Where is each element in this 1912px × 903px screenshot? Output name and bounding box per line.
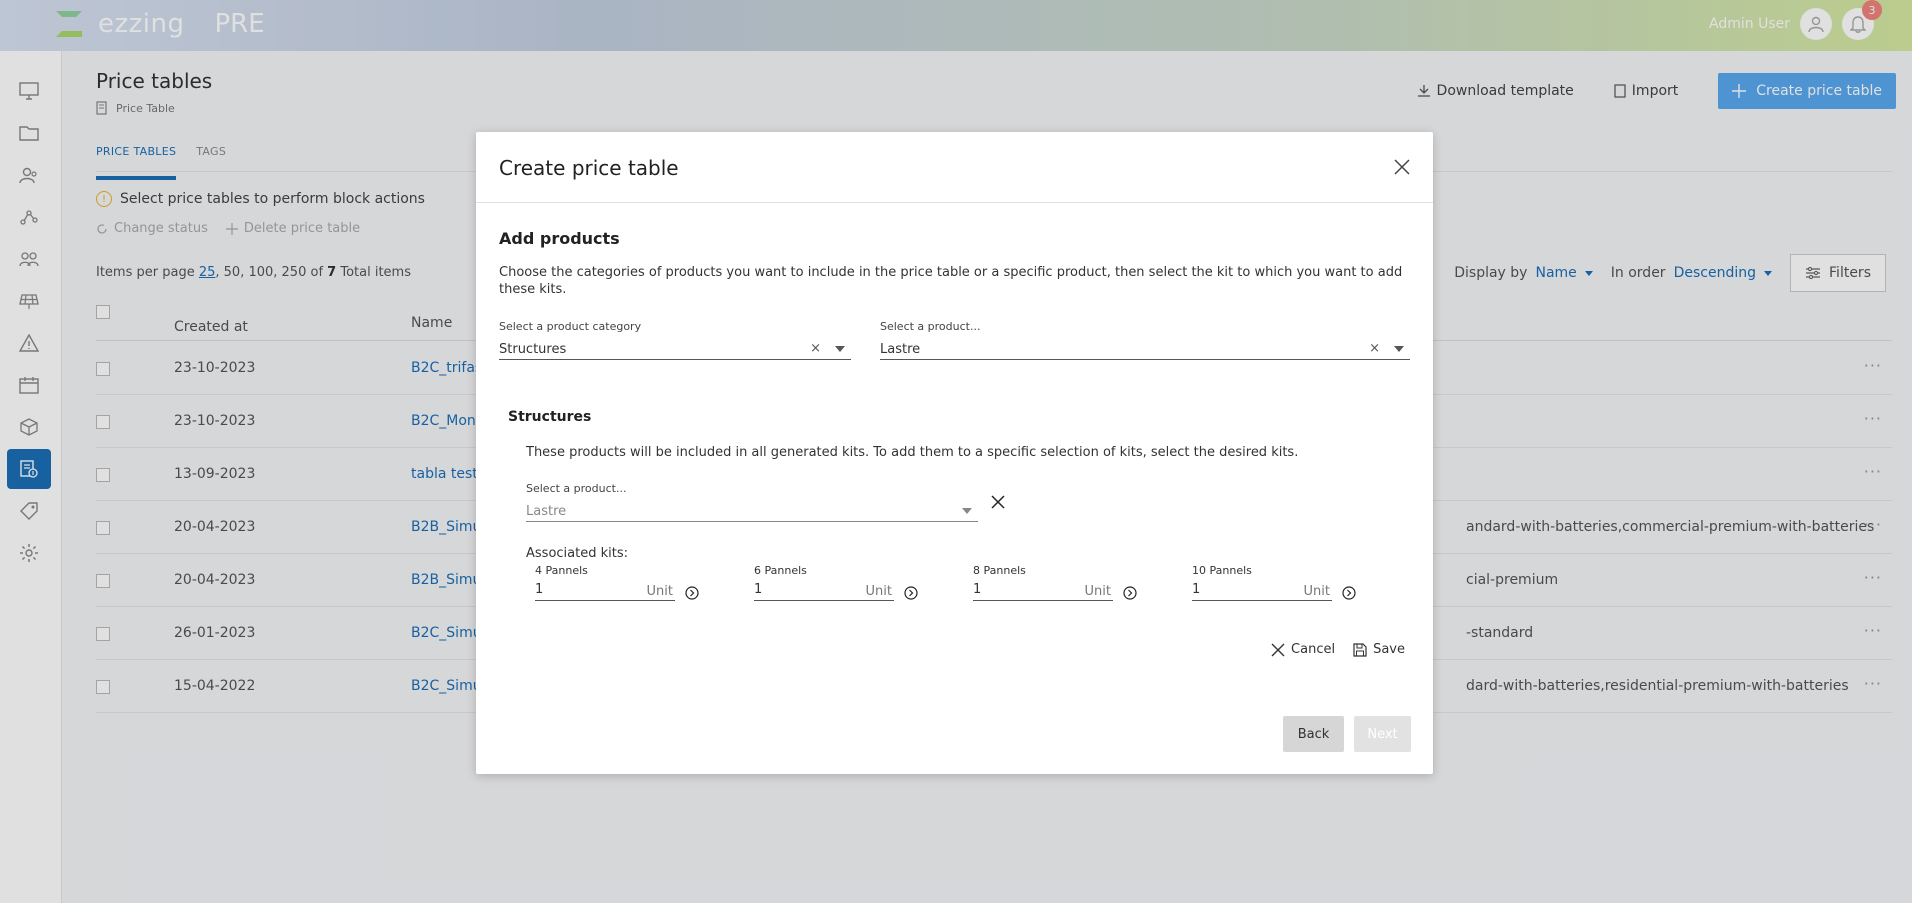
kit-quantity-input[interactable]: 1 Unit — [973, 581, 1113, 601]
kit-quantity-input[interactable]: 1 Unit — [754, 581, 894, 601]
close-icon — [1271, 643, 1285, 656]
kit-item: 8 Pannels 1 Unit — [973, 564, 1143, 604]
clear-icon[interactable]: × — [810, 341, 821, 356]
kit-quantity-value: 1 — [1192, 582, 1201, 597]
arrow-circle-icon[interactable] — [1342, 586, 1356, 600]
kit-item: 4 Pannels 1 Unit — [535, 564, 705, 604]
structure-product-value: Lastre — [526, 504, 567, 519]
back-button[interactable]: Back — [1283, 716, 1344, 752]
section-title: Add products — [499, 229, 620, 248]
arrow-circle-icon[interactable] — [904, 586, 918, 600]
modal-header: Create price table — [476, 132, 1433, 203]
kit-name: 6 Pannels — [754, 564, 807, 577]
kit-name: 8 Pannels — [973, 564, 1026, 577]
kit-quantity-input[interactable]: 1 Unit — [535, 581, 675, 601]
cancel-button[interactable]: Cancel — [1271, 642, 1335, 657]
close-icon[interactable] — [1393, 158, 1411, 176]
kit-quantity-value: 1 — [754, 582, 763, 597]
clear-icon[interactable]: × — [1369, 341, 1380, 356]
create-price-table-modal: Create price table Add products Choose t… — [476, 132, 1433, 774]
product-category-select[interactable]: Select a product category Structures × — [499, 320, 851, 360]
save-icon — [1353, 642, 1367, 657]
kit-item: 6 Pannels 1 Unit — [754, 564, 924, 604]
kit-quantity-input[interactable]: 1 Unit — [1192, 581, 1332, 601]
kit-quantity-value: 1 — [973, 582, 982, 597]
next-button[interactable]: Next — [1354, 716, 1411, 752]
kit-name: 10 Pannels — [1192, 564, 1252, 577]
arrow-circle-icon[interactable] — [685, 586, 699, 600]
kit-unit: Unit — [646, 584, 673, 599]
structures-description: These products will be included in all g… — [526, 445, 1299, 460]
save-label: Save — [1373, 642, 1405, 657]
structure-product-select[interactable]: Select a product... Lastre — [526, 482, 978, 522]
chevron-down-icon[interactable] — [835, 346, 845, 352]
product-value: Lastre — [880, 342, 921, 357]
product-label: Select a product... — [880, 320, 981, 333]
save-button[interactable]: Save — [1353, 642, 1405, 657]
product-category-value: Structures — [499, 342, 567, 357]
structure-actions: Cancel Save — [1271, 642, 1405, 657]
kit-name: 4 Pannels — [535, 564, 588, 577]
chevron-down-icon[interactable] — [1394, 346, 1404, 352]
kit-item: 10 Pannels 1 Unit — [1192, 564, 1362, 604]
arrow-circle-icon[interactable] — [1123, 586, 1137, 600]
associated-kits-label: Associated kits: — [526, 546, 628, 561]
product-category-label: Select a product category — [499, 320, 642, 333]
product-select[interactable]: Select a product... Lastre × — [880, 320, 1410, 360]
chevron-down-icon[interactable] — [962, 508, 972, 514]
kit-unit: Unit — [865, 584, 892, 599]
kit-unit: Unit — [1084, 584, 1111, 599]
structures-title: Structures — [508, 409, 592, 425]
kit-unit: Unit — [1303, 584, 1330, 599]
modal-title: Create price table — [499, 156, 679, 180]
cancel-label: Cancel — [1291, 642, 1336, 657]
remove-product-icon[interactable] — [990, 494, 1006, 510]
section-description: Choose the categories of products you wa… — [499, 265, 1403, 297]
kit-quantity-value: 1 — [535, 582, 544, 597]
structure-product-label: Select a product... — [526, 482, 627, 495]
